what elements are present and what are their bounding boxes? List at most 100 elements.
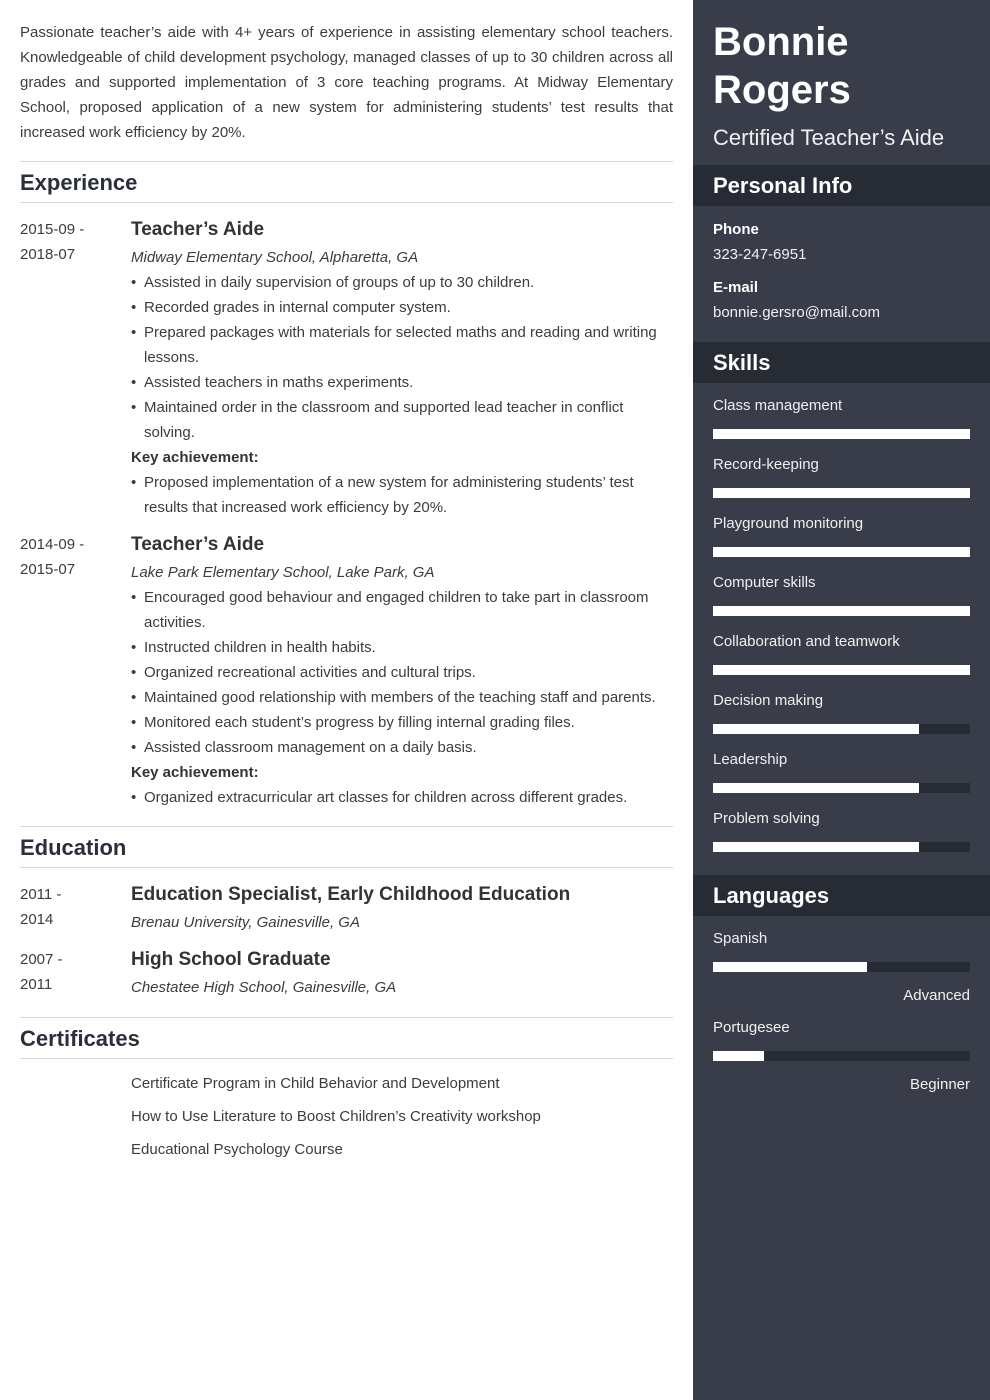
- job-place: Lake Park Elementary School, Lake Park, …: [131, 564, 435, 581]
- responsibilities-list: • Encouraged good behaviour and engaged c…: [131, 585, 673, 760]
- date-end: 2018-07: [20, 246, 76, 263]
- skill-bar-fill: [713, 842, 919, 852]
- bullet-icon: •: [131, 639, 137, 656]
- skill-name: Playground monitoring: [713, 515, 864, 532]
- certificate-item: Educational Psychology Course: [131, 1141, 343, 1158]
- skills-list: Class management Record-keeping Playgrou…: [693, 383, 990, 875]
- phone-value: 323-247-6951: [713, 246, 807, 263]
- bullet-icon: •: [131, 664, 137, 681]
- language-bar: [713, 962, 970, 972]
- list-item: • Assisted teachers in maths experiments.: [131, 370, 673, 395]
- skill-bar: [713, 547, 970, 557]
- bullet-icon: •: [131, 689, 137, 706]
- skill-item: Collaboration and teamwork: [713, 633, 970, 675]
- skill-bar-fill: [713, 547, 970, 557]
- bullet-icon: •: [131, 374, 137, 391]
- date-end: 2015-07: [20, 561, 76, 578]
- skill-item: Problem solving: [713, 810, 970, 852]
- key-achievement-label: Key achievement:: [131, 449, 259, 466]
- summary-text: Passionate teacher’s aide with 4+ years …: [20, 24, 673, 141]
- skill-name: Record-keeping: [713, 456, 819, 473]
- list-item: • Assisted classroom management on a dail…: [131, 735, 673, 760]
- sidebar-header: Bonnie Rogers Certified Teacher’s Aide: [693, 0, 990, 165]
- list-item: • Maintained good relationship with membe…: [131, 685, 673, 710]
- bullet-icon: •: [131, 324, 137, 341]
- skill-bar-fill: [713, 724, 919, 734]
- degree-title: Education Specialist, Early Childhood Ed…: [131, 884, 571, 905]
- languages-heading: Languages: [713, 882, 830, 908]
- education-entry: 2007 - 2011 High School Graduate Chestat…: [20, 947, 673, 1000]
- achievements-list: • Organized extracurricular art classes f…: [131, 785, 673, 810]
- languages-list: Spanish Advanced Portugesee Beginner: [693, 916, 990, 1120]
- language-item: Spanish Advanced: [713, 930, 970, 1005]
- personal-info-header: Personal Info: [693, 165, 990, 206]
- languages-header: Languages: [693, 875, 990, 916]
- job-title: Teacher’s Aide: [131, 534, 265, 555]
- list-item: • Instructed children in health habits.: [131, 635, 673, 660]
- skills-heading: Skills: [713, 349, 771, 375]
- school-place: Chestatee High School, Gainesville, GA: [131, 979, 397, 996]
- list-item: • Recorded grades in internal computer sy…: [131, 295, 673, 320]
- list-item: • Organized recreational activities and c…: [131, 660, 673, 685]
- job-title: Teacher’s Aide: [131, 219, 265, 240]
- date-start: 2011 -: [20, 886, 62, 903]
- skill-name: Leadership: [713, 751, 788, 768]
- experience-heading: Experience: [20, 170, 138, 195]
- language-bar-fill: [713, 1051, 765, 1061]
- key-achievement-label: Key achievement:: [131, 764, 259, 781]
- entry-date: 2015-09 - 2018-07: [20, 217, 131, 520]
- language-level: Beginner: [909, 1076, 970, 1093]
- bullet-icon: •: [131, 474, 137, 491]
- language-bar-fill: [713, 962, 868, 972]
- date-end: 2011: [20, 976, 53, 993]
- skill-bar: [713, 842, 970, 852]
- skill-name: Class management: [713, 397, 843, 414]
- candidate-role: Certified Teacher’s Aide: [713, 125, 945, 150]
- list-item: • Organized extracurricular art classes f…: [131, 785, 673, 810]
- certificates-heading: Certificates: [20, 1026, 140, 1051]
- skill-item: Leadership: [713, 751, 970, 793]
- phone-label: Phone: [713, 221, 759, 238]
- education-entry: 2011 - 2014 Education Specialist, Early …: [20, 882, 673, 935]
- entry-date: 2007 - 2011: [20, 947, 131, 1000]
- bullet-icon: •: [131, 274, 137, 291]
- language-bar: [713, 1051, 970, 1061]
- list-item: • Prepared packages with materials for se…: [131, 320, 673, 370]
- candidate-first-name: Bonnie: [713, 20, 849, 64]
- language-level: Advanced: [903, 987, 970, 1004]
- date-start: 2007 -: [20, 951, 63, 968]
- date-start: 2015-09 -: [20, 221, 85, 238]
- certificates-list: Certificate Program in Child Behavior an…: [131, 1071, 673, 1162]
- certificate-item: Certificate Program in Child Behavior an…: [131, 1075, 500, 1092]
- bullet-icon: •: [131, 399, 137, 416]
- education-heading: Education: [20, 835, 127, 860]
- email-value[interactable]: bonnie.gersro@mail.com: [713, 303, 970, 323]
- skill-bar: [713, 606, 970, 616]
- job-place: Midway Elementary School, Alpharetta, GA: [131, 249, 419, 266]
- list-item: • Proposed implementation of a new system…: [131, 470, 673, 520]
- personal-info-heading: Personal Info: [713, 172, 853, 198]
- skill-name: Collaboration and teamwork: [713, 633, 900, 650]
- entry-date: 2011 - 2014: [20, 882, 131, 935]
- language-item: Portugesee Beginner: [713, 1019, 970, 1094]
- list-item: • Maintained order in the classroom and s…: [131, 395, 673, 445]
- list-item: • Encouraged good behaviour and engaged c…: [131, 585, 673, 635]
- bullet-icon: •: [131, 714, 137, 731]
- skill-item: Class management: [713, 397, 970, 439]
- skill-item: Playground monitoring: [713, 515, 970, 557]
- experience-entry: 2015-09 - 2018-07 Teacher’s Aide Midway …: [20, 217, 673, 520]
- date-start: 2014-09 -: [20, 536, 85, 553]
- skill-bar: [713, 429, 970, 439]
- skill-bar: [713, 665, 970, 675]
- skill-name: Computer skills: [713, 574, 816, 591]
- skill-item: Record-keeping: [713, 456, 970, 498]
- certificates-section-header: Certificates: [20, 1017, 673, 1059]
- sidebar: Bonnie Rogers Certified Teacher’s Aide P…: [693, 0, 990, 1400]
- bullet-icon: •: [131, 299, 137, 316]
- skill-bar: [713, 724, 970, 734]
- skill-item: Computer skills: [713, 574, 970, 616]
- candidate-last-name: Rogers: [713, 68, 851, 112]
- school-place: Brenau University, Gainesville, GA: [131, 914, 360, 931]
- language-name: Portugesee: [713, 1019, 790, 1036]
- skill-name: Decision making: [713, 692, 824, 709]
